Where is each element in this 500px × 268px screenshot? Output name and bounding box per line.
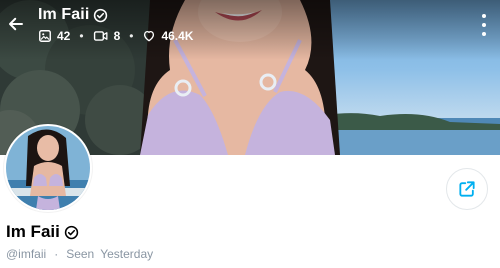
profile-handle: @imfaii [6, 247, 47, 261]
header-title: Im Faii [38, 6, 90, 23]
handle-separator: · [54, 247, 59, 261]
photos-count: 42 [57, 29, 71, 43]
profile-name-row: Im Faii [6, 222, 79, 242]
more-vertical-icon-dot [482, 32, 486, 36]
image-icon [38, 29, 57, 43]
header-title-row: Im Faii [38, 6, 108, 24]
video-icon [93, 29, 114, 43]
profile-handle-row: @imfaii · Seen Yesterday [6, 247, 153, 261]
last-seen-value: Yesterday [100, 247, 154, 261]
heart-icon [142, 29, 161, 43]
avatar-photo [6, 126, 90, 210]
profile-name: Im Faii [6, 222, 60, 241]
header-stats: 42 • 8 • 46.4K [38, 29, 193, 43]
back-button[interactable] [4, 12, 28, 36]
verified-check-icon [64, 225, 79, 240]
more-vertical-icon-dot [482, 23, 486, 27]
share-button[interactable] [446, 168, 488, 210]
share-icon [457, 179, 477, 199]
avatar[interactable] [4, 124, 92, 212]
arrow-left-icon [7, 15, 25, 33]
stat-separator: • [129, 29, 134, 43]
videos-count: 8 [113, 29, 121, 43]
more-options-button[interactable] [478, 14, 490, 36]
top-bar: Im Faii 42 • 8 • 46.4K [0, 0, 500, 52]
videos-stat[interactable]: 8 [93, 29, 121, 43]
verified-check-icon [93, 8, 108, 23]
more-vertical-icon-dot [482, 14, 486, 18]
stat-separator: • [79, 29, 84, 43]
likes-count: 46.4K [161, 29, 194, 43]
photos-stat[interactable]: 42 [38, 29, 70, 43]
likes-stat: 46.4K [142, 29, 193, 43]
last-seen-label: Seen [66, 247, 95, 261]
